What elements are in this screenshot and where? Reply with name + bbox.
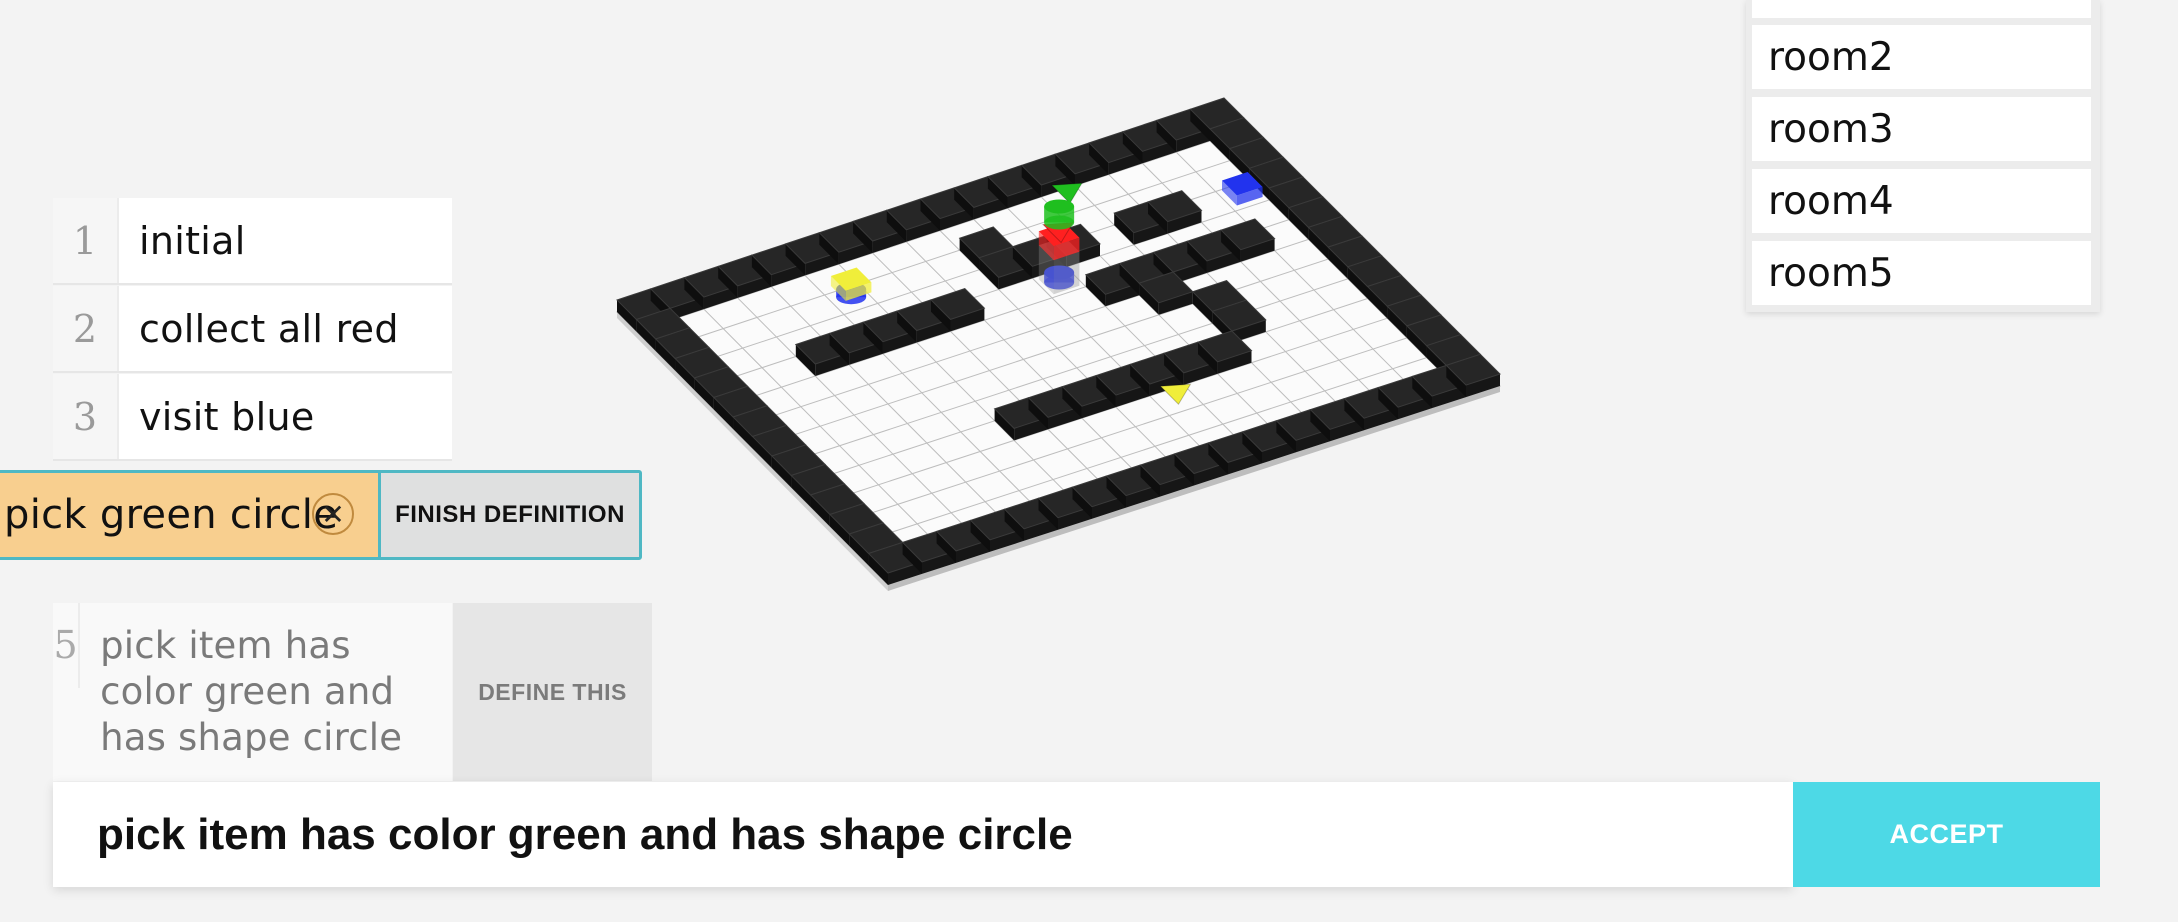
green-circle-item: [1044, 199, 1075, 214]
green-circle-item-side: [1044, 215, 1075, 230]
world-canvas[interactable]: [0, 0, 2178, 922]
